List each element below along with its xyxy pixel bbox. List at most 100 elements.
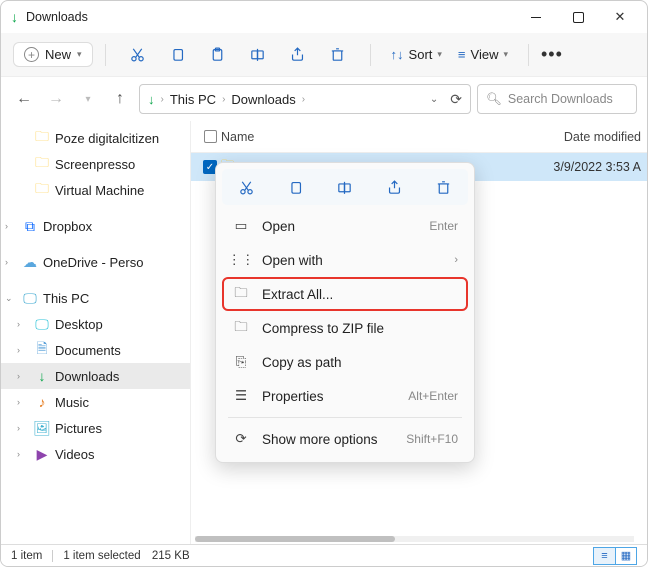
sidebar-item-folder[interactable]: 🗀 Poze digitalcitizen (1, 125, 190, 151)
new-button[interactable]: + New ▾ (13, 42, 93, 67)
details-view-icon[interactable]: ≡ (593, 547, 615, 565)
select-all-checkbox[interactable] (199, 130, 221, 143)
maximize-button[interactable] (557, 3, 599, 31)
search-placeholder: Search Downloads (508, 92, 613, 106)
breadcrumb-segment[interactable]: This PC (170, 92, 216, 107)
recent-button[interactable]: ▾ (75, 94, 101, 105)
folder-icon: 🗀 (33, 178, 51, 202)
view-icon: ≡ (458, 47, 466, 62)
sort-icon: ↑↓ (391, 47, 404, 62)
status-bar: 1 item 1 item selected 215 KB ≡ ▦ (1, 544, 647, 566)
sidebar-item-folder[interactable]: 🗀Screenpresso (1, 151, 190, 177)
chevron-right-icon: › (17, 449, 29, 459)
copy-button[interactable] (278, 179, 314, 196)
breadcrumb-segment[interactable]: Downloads (231, 92, 295, 107)
chevron-right-icon: › (5, 257, 17, 267)
sidebar-item-folder[interactable]: 🗀Virtual Machine (1, 177, 190, 203)
folder-icon: 🗀 (33, 126, 51, 150)
sidebar-item-label: OneDrive - Perso (43, 255, 143, 270)
dropbox-icon: ⧉ (21, 218, 39, 235)
delete-button[interactable] (323, 46, 353, 63)
share-button[interactable] (376, 179, 412, 196)
music-icon: ♪ (33, 394, 51, 410)
extract-icon: 🗀 (232, 283, 250, 306)
paste-button[interactable] (203, 46, 233, 63)
ctx-open[interactable]: ▭ Open Enter (222, 209, 468, 243)
sort-button[interactable]: ↑↓ Sort ▾ (391, 47, 442, 62)
sidebar-item-label: Screenpresso (55, 157, 135, 172)
sidebar-item-documents[interactable]: › 🗎 Documents (1, 337, 190, 363)
minimize-button[interactable] (515, 3, 557, 31)
view-toggle[interactable]: ≡ ▦ (593, 547, 637, 565)
context-separator (228, 417, 462, 418)
ctx-properties[interactable]: ☰ Properties Alt+Enter (222, 379, 468, 413)
sort-label: Sort (409, 47, 433, 62)
content-scrollbar[interactable] (195, 533, 634, 545)
refresh-button[interactable]: ⟳ (450, 91, 462, 108)
sidebar-item-label: Documents (55, 343, 121, 358)
sidebar-item-music[interactable]: ›♪Music (1, 389, 190, 415)
picture-icon: 🖼 (33, 420, 51, 437)
titlebar: ↓ Downloads (1, 1, 647, 33)
ctx-show-more[interactable]: ⟳ Show more options Shift+F10 (222, 422, 468, 456)
more-button[interactable]: ••• (541, 44, 563, 65)
sidebar-item-label: Poze digitalcitizen (55, 131, 159, 146)
address-bar[interactable]: ↓ › This PC › Downloads › ⌄ ⟳ (139, 84, 471, 114)
chevron-right-icon: › (5, 221, 17, 231)
chevron-right-icon: › (302, 94, 305, 105)
sidebar-item-label: Dropbox (43, 219, 92, 234)
sidebar-item-label: Pictures (55, 421, 102, 436)
column-header-row: Name Date modified (191, 121, 647, 153)
chevron-right-icon: › (17, 371, 29, 381)
chevron-right-icon: › (454, 254, 458, 266)
downloads-icon: ↓ (11, 9, 18, 25)
sidebar-item-videos[interactable]: ›▶Videos (1, 441, 190, 467)
window-title: Downloads (26, 10, 88, 24)
chevron-right-icon: › (17, 423, 29, 433)
nav-pane: 🗀Poze digitalcitizen 🗀Screenpresso 🗀Virt… (1, 121, 191, 544)
column-header-name[interactable]: Name (221, 130, 537, 144)
more-icon: ⟳ (232, 431, 250, 447)
chevron-right-icon: › (222, 94, 225, 105)
up-button[interactable]: ↑ (107, 90, 133, 108)
ctx-extract-all[interactable]: 🗀 Extract All... (222, 277, 468, 311)
ctx-copy-path[interactable]: ⎘ Copy as path (222, 345, 468, 379)
sidebar-item-desktop[interactable]: ›🖵Desktop (1, 311, 190, 337)
forward-button[interactable]: → (43, 90, 69, 108)
rename-button[interactable] (243, 46, 273, 63)
sidebar-item-downloads[interactable]: › ↓ Downloads (1, 363, 190, 389)
chevron-right-icon: › (17, 345, 29, 355)
ctx-compress[interactable]: 🗀 Compress to ZIP file (222, 311, 468, 345)
search-input[interactable]: 🔍︎ Search Downloads (477, 84, 637, 114)
cut-button[interactable] (123, 46, 153, 63)
sidebar-item-dropbox[interactable]: › ⧉ Dropbox (1, 213, 190, 239)
command-bar: + New ▾ ↑↓ Sort ▾ ≡ View (1, 33, 647, 77)
file-date: 3/9/2022 3:53 A (537, 160, 647, 174)
close-button[interactable] (599, 3, 641, 31)
ctx-open-with[interactable]: ⋮⋮ Open with › (222, 243, 468, 277)
sidebar-item-label: Downloads (55, 369, 119, 384)
view-button[interactable]: ≡ View ▾ (458, 47, 508, 62)
share-button[interactable] (283, 46, 313, 63)
chevron-right-icon: › (17, 319, 29, 329)
properties-icon: ☰ (232, 388, 250, 404)
delete-button[interactable] (425, 179, 461, 196)
context-menu: ▭ Open Enter ⋮⋮ Open with › 🗀 Extract Al… (215, 162, 475, 463)
tiles-view-icon[interactable]: ▦ (615, 547, 637, 565)
document-icon: 🗎 (33, 338, 51, 362)
column-header-date[interactable]: Date modified (537, 130, 647, 144)
chevron-right-icon: › (17, 397, 29, 407)
sidebar-item-thispc[interactable]: ⌄🖵This PC (1, 285, 190, 311)
cut-button[interactable] (229, 179, 265, 196)
back-button[interactable]: ← (11, 90, 37, 108)
downloads-icon: ↓ (33, 368, 51, 384)
sidebar-item-pictures[interactable]: › 🖼 Pictures (1, 415, 190, 441)
compress-icon: 🗀 (232, 317, 250, 340)
chevron-down-icon[interactable]: ⌄ (430, 94, 438, 105)
nav-row: ← → ▾ ↑ ↓ › This PC › Downloads › ⌄ ⟳ 🔍︎… (1, 77, 647, 121)
downloads-icon: ↓ (148, 92, 155, 107)
copy-button[interactable] (163, 46, 193, 63)
sidebar-item-onedrive[interactable]: ›☁OneDrive - Perso (1, 249, 190, 275)
rename-button[interactable] (327, 179, 363, 196)
sidebar-item-label: Desktop (55, 317, 103, 332)
